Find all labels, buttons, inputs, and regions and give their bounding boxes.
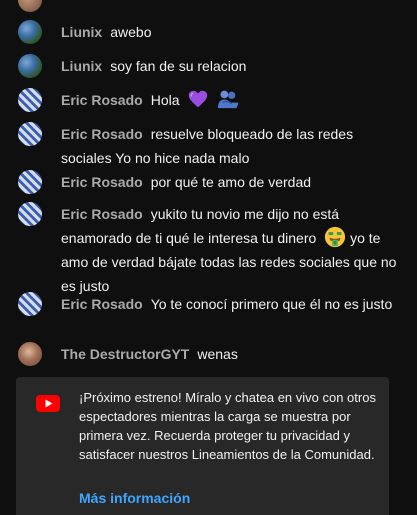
author-name[interactable]: Liunix [61, 58, 102, 74]
message-body: Eric Rosado resuelve bloqueado de las red… [61, 122, 403, 170]
message-body: The DestructorGYT wenas [61, 342, 238, 366]
avatar [18, 0, 42, 12]
chat-message: Eric Rosado yukito tu novio me dijo no es… [18, 202, 403, 298]
avatar[interactable] [18, 202, 42, 226]
author-name[interactable]: Eric Rosado [61, 92, 143, 108]
purple-heart-icon [189, 90, 208, 108]
people-hugging-icon [218, 90, 239, 109]
live-chat-panel: Liunix awebo Liunix soy fan de su relacion… [0, 0, 417, 515]
author-name[interactable]: Eric Rosado [61, 206, 143, 222]
message-body: Eric Rosado Hola [61, 88, 239, 112]
avatar[interactable] [18, 292, 42, 316]
avatar[interactable] [18, 122, 42, 146]
avatar[interactable] [18, 170, 42, 194]
chat-message: Eric Rosado por qué te amo de verdad [18, 170, 403, 194]
message-body: Eric Rosado yukito tu novio me dijo no es… [61, 202, 403, 298]
author-name[interactable]: Liunix [61, 24, 102, 40]
money-mouth-face-icon [325, 226, 346, 248]
author-name[interactable]: The DestructorGYT [61, 346, 189, 362]
avatar[interactable] [18, 54, 42, 78]
message-body: Liunix soy fan de su relacion [61, 54, 246, 78]
message-body: Eric Rosado por qué te amo de verdad [61, 170, 311, 194]
chat-message: The DestructorGYT wenas [18, 342, 403, 366]
chat-message: Liunix soy fan de su relacion [18, 54, 403, 78]
message-body: Eric Rosado Yo te conocí primero que él n… [61, 292, 392, 316]
message-text: Hola [150, 92, 180, 108]
avatar[interactable] [18, 88, 42, 112]
message-body: Liunix awebo [61, 20, 152, 44]
avatar[interactable] [18, 342, 42, 366]
author-name[interactable]: Eric Rosado [61, 296, 143, 312]
more-info-link[interactable]: Más información [79, 490, 190, 506]
message-text: wenas [197, 346, 238, 362]
message-text: soy fan de su relacion [110, 58, 247, 74]
premiere-notice-card: ¡Próximo estreno! Míralo y chatea en viv… [16, 377, 389, 515]
message-text: Yo te conocí primero que él no es justo [150, 296, 393, 312]
youtube-icon [36, 395, 60, 412]
chat-message: Eric Rosado Hola [18, 88, 403, 112]
chat-message: Eric Rosado resuelve bloqueado de las red… [18, 122, 403, 170]
message-text: por qué te amo de verdad [150, 174, 312, 190]
avatar[interactable] [18, 20, 42, 44]
author-name[interactable]: Eric Rosado [61, 174, 143, 190]
chat-message: Eric Rosado Yo te conocí primero que él n… [18, 292, 403, 316]
message-text: awebo [110, 24, 152, 40]
author-name[interactable]: Eric Rosado [61, 126, 143, 142]
chat-message: Liunix awebo [18, 20, 403, 44]
notice-text: ¡Próximo estreno! Míralo y chatea en viv… [79, 390, 376, 462]
